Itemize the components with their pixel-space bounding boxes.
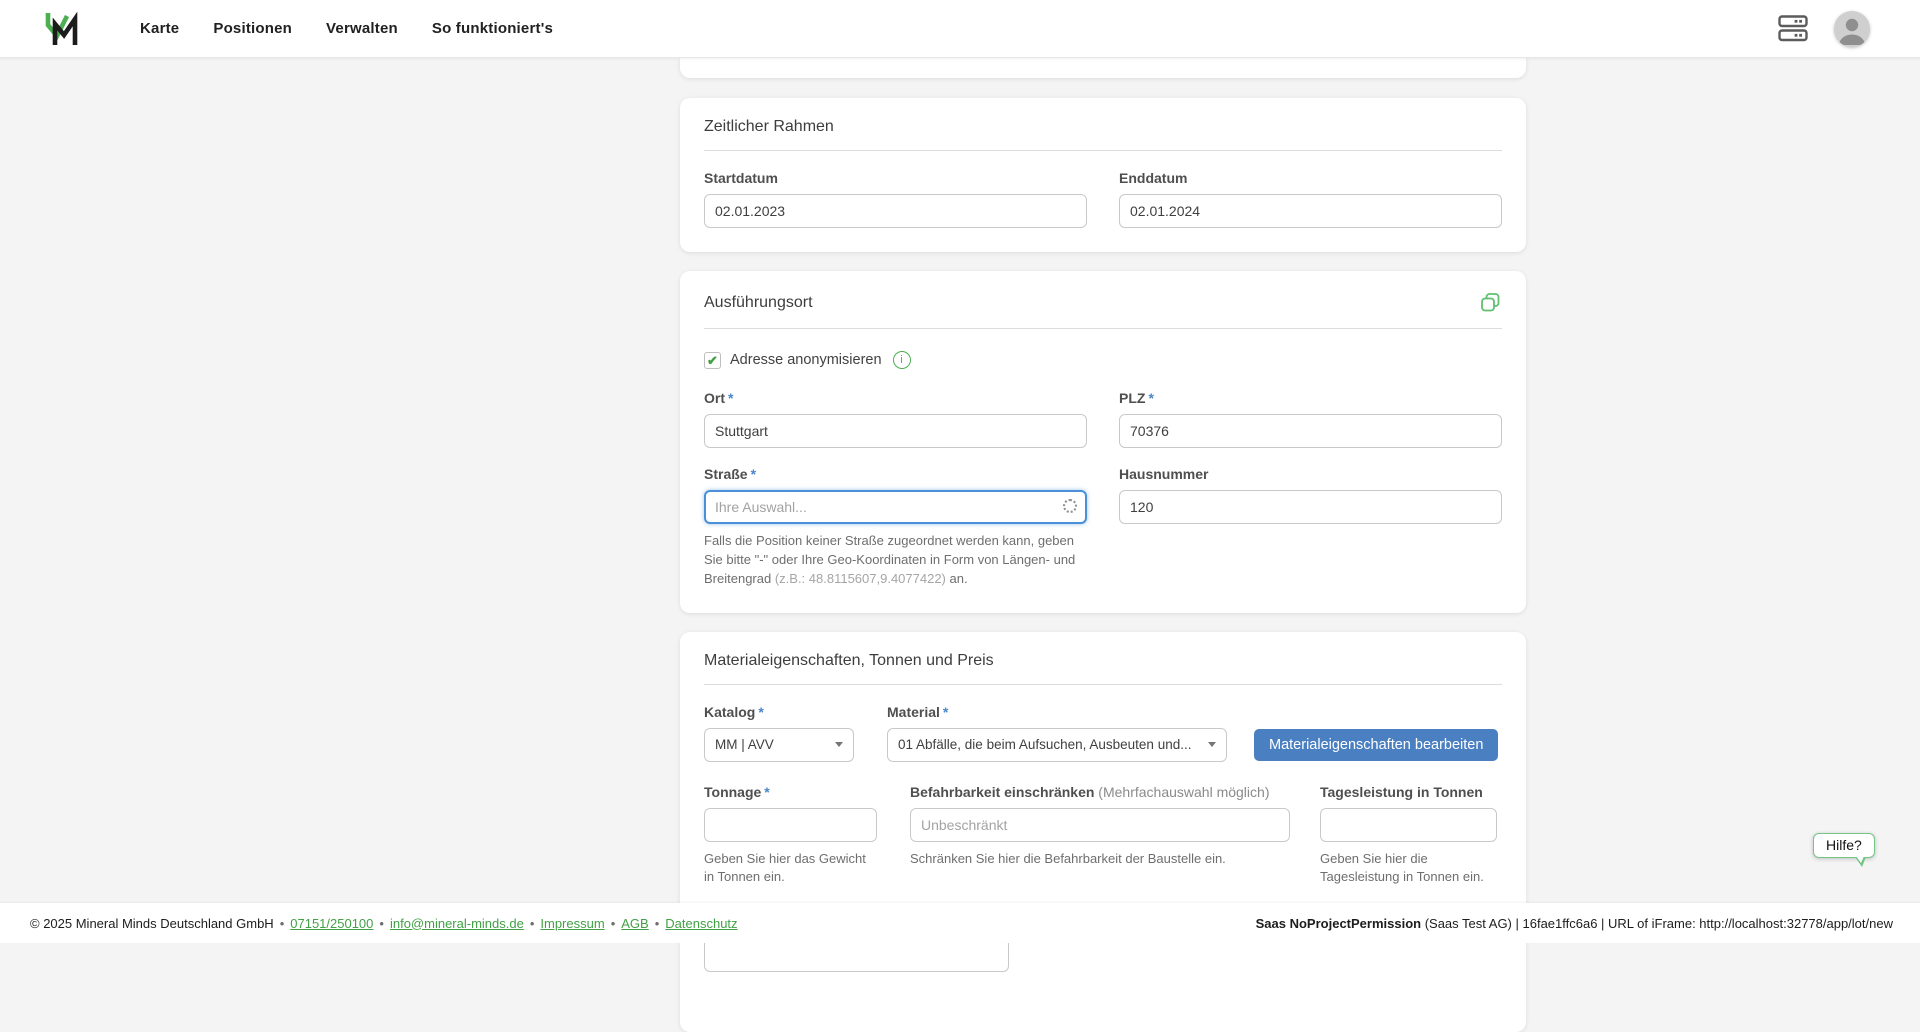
- navbar-right: [1778, 11, 1870, 47]
- anonymize-label[interactable]: Adresse anonymisieren: [730, 352, 882, 368]
- material-label: Material*: [887, 704, 1227, 720]
- section-ausfuehrungsort: Ausführungsort ✔ Adresse anonymisieren i…: [680, 271, 1526, 613]
- required-marker: *: [764, 784, 769, 800]
- required-marker: *: [751, 466, 756, 482]
- preis-input[interactable]: [704, 938, 1009, 972]
- plz-input[interactable]: [1119, 414, 1502, 448]
- required-marker: *: [943, 704, 948, 720]
- field-ort: Ort*: [704, 390, 1087, 448]
- chevron-down-icon: [835, 742, 843, 747]
- katalog-label: Katalog*: [704, 704, 854, 720]
- top-navbar: Karte Positionen Verwalten So funktionie…: [0, 0, 1920, 58]
- hausnummer-input[interactable]: [1119, 490, 1502, 524]
- field-startdatum: Startdatum: [704, 170, 1087, 228]
- section-zeitlicher-rahmen: Zeitlicher Rahmen Startdatum Enddatum: [680, 98, 1526, 252]
- field-material: Material* 01 Abfälle, die beim Aufsuchen…: [887, 704, 1227, 762]
- startdatum-label: Startdatum: [704, 170, 1087, 186]
- separator: •: [280, 916, 285, 931]
- ort-input[interactable]: [704, 414, 1087, 448]
- tonnage-label: Tonnage*: [704, 784, 877, 800]
- section-title: Ausführungsort: [704, 294, 813, 312]
- nav-item-so-funktionierts[interactable]: So funktioniert's: [432, 20, 553, 37]
- copy-icon[interactable]: [1479, 291, 1502, 314]
- footer-right: Saas NoProjectPermission (Saas Test AG) …: [1256, 916, 1893, 931]
- field-tagesleistung: Tagesleistung in Tonnen Geben Sie hier d…: [1320, 784, 1497, 888]
- help-button[interactable]: Hilfe?: [1813, 833, 1875, 858]
- enddatum-label: Enddatum: [1119, 170, 1502, 186]
- required-marker: *: [1148, 390, 1153, 406]
- nav-item-positionen[interactable]: Positionen: [213, 20, 292, 37]
- section-title: Materialeigenschaften, Tonnen und Preis: [704, 652, 1502, 670]
- footer: © 2025 Mineral Minds Deutschland GmbH • 07…: [0, 903, 1920, 943]
- divider: [704, 150, 1502, 151]
- divider: [704, 328, 1502, 329]
- mineral-minds-logo-icon[interactable]: [42, 9, 86, 49]
- separator: •: [379, 916, 384, 931]
- material-select[interactable]: 01 Abfälle, die beim Aufsuchen, Ausbeute…: [887, 728, 1227, 762]
- katalog-select[interactable]: MM | AVV: [704, 728, 854, 762]
- tagesleistung-help: Geben Sie hier die Tagesleistung in Tonn…: [1320, 850, 1497, 888]
- strasse-label: Straße*: [704, 466, 1087, 482]
- tagesleistung-label: Tagesleistung in Tonnen: [1320, 784, 1497, 800]
- field-plz: PLZ*: [1119, 390, 1502, 448]
- section-material: Materialeigenschaften, Tonnen und Preis …: [680, 632, 1526, 1032]
- field-enddatum: Enddatum: [1119, 170, 1502, 228]
- field-hausnummer: Hausnummer: [1119, 466, 1502, 589]
- tonnage-help: Geben Sie hier das Gewicht in Tonnen ein…: [704, 850, 877, 888]
- separator: •: [611, 916, 616, 931]
- strasse-input[interactable]: [704, 490, 1087, 524]
- plz-label: PLZ*: [1119, 390, 1502, 406]
- required-marker: *: [728, 390, 733, 406]
- required-marker: *: [758, 704, 763, 720]
- footer-link-datenschutz[interactable]: Datenschutz: [665, 916, 737, 931]
- materialeigenschaften-bearbeiten-button[interactable]: Materialeigenschaften bearbeiten: [1254, 729, 1498, 761]
- enddatum-input[interactable]: [1119, 194, 1502, 228]
- tonnage-input[interactable]: [704, 808, 877, 842]
- nav-item-verwalten[interactable]: Verwalten: [326, 20, 398, 37]
- footer-link-agb[interactable]: AGB: [621, 916, 648, 931]
- field-tonnage: Tonnage* Geben Sie hier das Gewicht in T…: [704, 784, 877, 888]
- anonymize-checkbox[interactable]: ✔: [704, 352, 721, 369]
- saas-info-text: (Saas Test AG) | 16fae1ffc6a6 | URL of i…: [1421, 916, 1893, 931]
- footer-link-email[interactable]: info@mineral-minds.de: [390, 916, 524, 931]
- hausnummer-label: Hausnummer: [1119, 466, 1502, 482]
- footer-link-phone[interactable]: 07151/250100: [290, 916, 373, 931]
- field-befahrbarkeit: Befahrbarkeit einschränken (Mehrfachausw…: [910, 784, 1290, 888]
- ort-label: Ort*: [704, 390, 1087, 406]
- server-stack-icon[interactable]: [1778, 15, 1808, 42]
- separator: •: [655, 916, 660, 931]
- separator: •: [530, 916, 535, 931]
- main-nav: Karte Positionen Verwalten So funktionie…: [140, 20, 553, 37]
- strasse-hint: Falls die Position keiner Straße zugeord…: [704, 532, 1087, 589]
- befahrbarkeit-label: Befahrbarkeit einschränken (Mehrfachausw…: [910, 784, 1290, 800]
- footer-left: © 2025 Mineral Minds Deutschland GmbH • 07…: [30, 916, 738, 931]
- copyright-text: © 2025 Mineral Minds Deutschland GmbH: [30, 916, 274, 931]
- field-strasse: Straße* Falls die Position keiner Straße…: [704, 466, 1087, 589]
- field-katalog: Katalog* MM | AVV: [704, 704, 854, 762]
- tagesleistung-input[interactable]: [1320, 808, 1497, 842]
- section-title: Zeitlicher Rahmen: [704, 118, 1502, 136]
- chevron-down-icon: [1208, 742, 1216, 747]
- startdatum-input[interactable]: [704, 194, 1087, 228]
- divider: [704, 684, 1502, 685]
- saas-permission-text: Saas NoProjectPermission: [1256, 916, 1421, 931]
- befahrbarkeit-help: Schränken Sie hier die Befahrbarkeit der…: [910, 850, 1290, 869]
- info-icon[interactable]: i: [893, 351, 911, 369]
- user-avatar-icon[interactable]: [1834, 11, 1870, 47]
- loading-spinner-icon: [1063, 499, 1077, 513]
- footer-link-impressum[interactable]: Impressum: [540, 916, 604, 931]
- befahrbarkeit-input[interactable]: [910, 808, 1290, 842]
- nav-item-karte[interactable]: Karte: [140, 20, 179, 37]
- previous-card-bottom: [680, 58, 1526, 78]
- lot-form-page: Zeitlicher Rahmen Startdatum Enddatum Au…: [680, 58, 1526, 1032]
